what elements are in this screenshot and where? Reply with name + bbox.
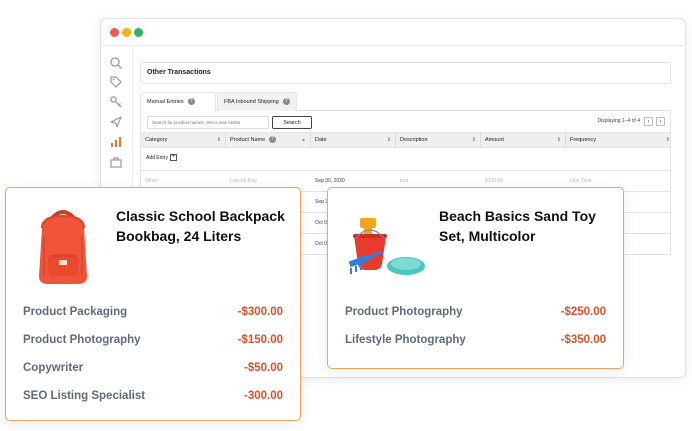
backpack-image bbox=[28, 206, 98, 286]
help-icon[interactable]: ? bbox=[187, 98, 195, 106]
cost-label: Lifestyle Photography bbox=[345, 334, 466, 346]
cell-category: Other bbox=[145, 178, 158, 184]
cost-label: SEO Listing Specialist bbox=[23, 390, 146, 402]
cell-product-name: Lunchb Bag bbox=[230, 178, 257, 184]
cost-line-item: Product Photography -$150.00 bbox=[23, 334, 283, 350]
cost-label: Copywriter bbox=[23, 362, 84, 374]
tab-label: FBA Inbound Shipping bbox=[224, 99, 279, 105]
cost-line-item: Product Packaging -$300.00 bbox=[23, 306, 283, 322]
tab-fba-inbound-shipping[interactable]: FBA Inbound Shipping? bbox=[217, 92, 297, 111]
tab-label: Manual Entries bbox=[147, 99, 184, 105]
maximize-window-button[interactable] bbox=[134, 28, 143, 37]
help-icon[interactable]: ? bbox=[282, 98, 290, 106]
product-cost-card: Beach Basics Sand Toy Set, Multicolor Pr… bbox=[327, 187, 624, 369]
product-title: Beach Basics Sand Toy Set, Multicolor bbox=[439, 208, 596, 244]
column-category[interactable]: Category ⇕ bbox=[141, 133, 226, 148]
sort-icon[interactable]: ⇕ bbox=[472, 133, 476, 148]
pagination-status: Displaying 1–4 of 4 bbox=[597, 118, 640, 124]
add-entry-button[interactable]: Add Entry + bbox=[146, 154, 177, 161]
key-icon[interactable] bbox=[109, 95, 123, 109]
column-label: Date bbox=[315, 137, 327, 143]
column-label: Frequency bbox=[570, 137, 596, 143]
cell-amount: $100.00 bbox=[485, 178, 504, 184]
send-icon[interactable] bbox=[109, 115, 123, 129]
column-label: Description bbox=[400, 137, 428, 143]
column-description[interactable]: Description ⇕ bbox=[396, 133, 481, 148]
minimize-window-button[interactable] bbox=[122, 28, 131, 37]
cell-date: Sep 30, 2020 bbox=[315, 178, 345, 184]
add-entry-row: Add Entry + bbox=[140, 148, 671, 171]
table-header: Category ⇕ Product Name? ▲ Date ⇕ Descripti… bbox=[140, 133, 671, 148]
cost-amount: -$350.00 bbox=[560, 334, 606, 346]
cost-label: Product Packaging bbox=[23, 306, 128, 318]
cost-amount: -$150.00 bbox=[237, 334, 283, 346]
column-date[interactable]: Date ⇕ bbox=[311, 133, 396, 148]
cost-amount: -300.00 bbox=[243, 390, 283, 402]
help-icon[interactable]: ? bbox=[269, 136, 277, 144]
column-label: Amount bbox=[485, 137, 504, 143]
bar-chart-icon[interactable] bbox=[109, 135, 123, 149]
cell-description: test bbox=[400, 178, 409, 184]
tab-manual-entries[interactable]: Manual Entries? bbox=[140, 92, 216, 111]
tag-icon[interactable] bbox=[109, 75, 123, 89]
cost-line-item: Product Photography -$250.00 bbox=[345, 306, 606, 322]
table-toolbar: Search Displaying 1–4 of 4 ‹ › bbox=[140, 111, 671, 133]
cost-amount: -$250.00 bbox=[560, 306, 606, 318]
search-button[interactable]: Search bbox=[272, 116, 312, 129]
column-amount[interactable]: Amount ⇕ bbox=[481, 133, 566, 148]
cost-amount: -$300.00 bbox=[237, 306, 283, 318]
previous-page-button[interactable]: ‹ bbox=[644, 117, 653, 126]
cost-line-item: Copywriter -$50.00 bbox=[23, 362, 283, 378]
column-product-name[interactable]: Product Name? ▲ bbox=[226, 133, 311, 148]
tab-bar: Manual Entries? FBA Inbound Shipping? bbox=[140, 92, 671, 111]
search-icon[interactable] bbox=[109, 56, 123, 70]
sand-toy-image bbox=[346, 214, 428, 282]
column-label: Category bbox=[145, 137, 168, 143]
sort-icon[interactable]: ⇕ bbox=[557, 133, 561, 148]
plus-icon: + bbox=[169, 154, 177, 161]
cost-label: Product Photography bbox=[23, 334, 141, 346]
briefcase-icon[interactable] bbox=[109, 155, 123, 169]
cost-line-item: SEO Listing Specialist -300.00 bbox=[23, 390, 283, 406]
product-title: Classic School Backpack Bookbag, 24 Lite… bbox=[116, 208, 285, 244]
add-entry-label: Add Entry bbox=[146, 154, 168, 161]
cost-line-item: Lifestyle Photography -$350.00 bbox=[345, 334, 606, 350]
close-window-button[interactable] bbox=[110, 28, 119, 37]
cost-amount: -$50.00 bbox=[243, 362, 283, 374]
cell-frequency: One Time bbox=[570, 178, 592, 184]
sort-icon[interactable]: ⇕ bbox=[666, 133, 670, 148]
window-titlebar bbox=[101, 19, 685, 46]
sort-icon[interactable]: ⇕ bbox=[387, 133, 391, 148]
sort-icon[interactable]: ⇕ bbox=[217, 133, 221, 148]
next-page-button[interactable]: › bbox=[656, 117, 665, 126]
product-cost-card: Classic School Backpack Bookbag, 24 Lite… bbox=[5, 187, 301, 421]
search-input[interactable] bbox=[147, 116, 269, 129]
column-frequency[interactable]: Frequency ⇕ bbox=[566, 133, 674, 148]
section-title: Other Transactions bbox=[140, 62, 671, 84]
cost-label: Product Photography bbox=[345, 306, 463, 318]
sort-ascending-icon[interactable]: ▲ bbox=[301, 133, 306, 148]
column-label: Product Name bbox=[230, 137, 266, 143]
